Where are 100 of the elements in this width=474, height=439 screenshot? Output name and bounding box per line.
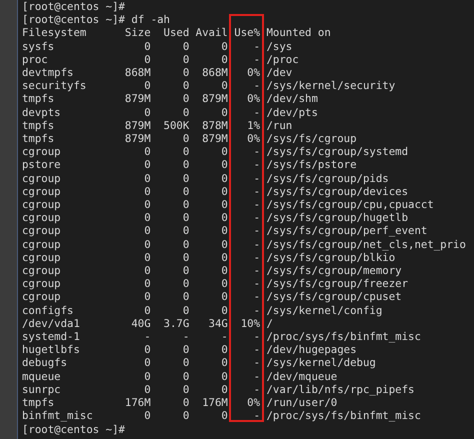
- table-cell: 0: [221, 106, 228, 119]
- table-cell: 0: [144, 304, 151, 317]
- table-cell-text: cgroup: [22, 238, 62, 251]
- table-cell-text: devtmpfs: [22, 66, 74, 80]
- table-cell: 0: [182, 52, 190, 66]
- table-cell: 0: [144, 264, 151, 278]
- table-cell-text: /run: [265, 118, 292, 132]
- table-cell: 0: [144, 158, 151, 172]
- table-cell: 0: [182, 304, 190, 317]
- table-cell: 0: [182, 106, 190, 119]
- table-cell: 0%: [247, 132, 260, 146]
- table-cell: -: [254, 343, 260, 356]
- table-cell-text: /sys/fs/cgroup/blkio: [265, 250, 396, 264]
- table-cell: 0: [182, 250, 190, 264]
- table-cell: -: [254, 277, 260, 290]
- table-cell-text: /sys/fs/cgroup/freezer: [265, 277, 408, 290]
- table-cell: -: [144, 330, 151, 344]
- table-cell: 879M: [202, 132, 228, 146]
- table-cell: 0: [182, 343, 190, 356]
- table-cell: 0: [144, 224, 151, 238]
- table-cell: 3.7G: [164, 316, 190, 330]
- table-cell: -: [254, 304, 260, 317]
- table-cell: 0: [221, 184, 228, 198]
- table-cell-text: cgroup: [22, 290, 62, 304]
- table-cell-text: cgroup: [22, 145, 62, 158]
- table-cell-text: proc: [22, 52, 49, 66]
- table-cell: 0: [144, 370, 151, 383]
- table-cell: 0: [182, 79, 190, 92]
- table-cell-text: tmpfs: [22, 396, 56, 410]
- table-cell: -: [182, 330, 190, 344]
- table-cell: -: [254, 40, 260, 53]
- table-cell: 0: [221, 238, 228, 251]
- table-cell-text: /sys/kernel/security: [265, 79, 396, 92]
- table-cell-text: /sys/fs/cgroup/devices: [265, 184, 408, 198]
- table-cell: 0%: [247, 66, 260, 80]
- table-cell-text: binfmt_misc: [22, 409, 94, 422]
- table-cell-text: /sys/fs/cgroup/perf_event: [265, 224, 428, 238]
- table-cell: -: [254, 370, 260, 383]
- table-cell-text: /sys/kernel/config: [265, 304, 382, 317]
- table-cell-text: /run/user/0: [265, 396, 338, 410]
- table-cell-text: /var/lib/nfs/rpc_pipefs: [265, 382, 414, 396]
- table-cell: 0: [182, 382, 190, 396]
- table-cell-text: /sys/kernel/debug: [265, 356, 376, 370]
- table-cell-text: /sys/fs/cgroup/pids: [265, 172, 389, 185]
- table-cell: -: [254, 184, 260, 198]
- table-cell: 0: [182, 158, 190, 172]
- table-cell-text: sysfs: [22, 40, 56, 53]
- table-cell: 0: [221, 198, 228, 212]
- table-cell-text: pstore: [22, 158, 62, 172]
- table-cell: 0: [144, 52, 151, 66]
- table-cell: 0: [182, 211, 190, 224]
- table-cell: 0: [221, 356, 228, 370]
- table-cell: 879M: [124, 92, 151, 106]
- table-cell-text: /proc/sys/fs/binfmt_misc: [265, 330, 421, 344]
- table-cell-text: /proc: [265, 52, 299, 66]
- table-cell: 1%: [247, 118, 260, 132]
- table-cell: 0: [182, 277, 190, 290]
- table-cell-text: /dev/mqueue: [265, 370, 338, 383]
- terminal-line: [root@centos ~]#: [22, 0, 126, 14]
- table-cell: 0: [182, 264, 190, 278]
- table-cell-text: mqueue: [22, 370, 62, 383]
- table-cell-text: cgroup: [22, 277, 62, 290]
- table-cell: 0: [144, 409, 151, 422]
- table-cell-text: debugfs: [22, 356, 68, 370]
- table-cell: 0: [221, 145, 228, 158]
- table-cell: 0: [144, 382, 151, 396]
- table-cell-text: /sys/fs/cgroup/net_cls,net_prio: [265, 238, 466, 251]
- table-cell: 879M: [124, 118, 151, 132]
- table-cell: 878M: [202, 118, 228, 132]
- table-cell: 0%: [247, 92, 260, 106]
- table-cell: -: [254, 264, 260, 278]
- table-cell: -: [254, 106, 260, 119]
- column-header: Size: [124, 26, 151, 40]
- table-cell: 0: [144, 40, 151, 53]
- table-cell-text: /sys/fs/cgroup/cpuset: [265, 290, 402, 304]
- table-cell: 0: [182, 238, 190, 251]
- table-cell: 0: [221, 172, 228, 185]
- table-cell-text: /dev/vda1: [22, 316, 81, 330]
- table-cell: 0: [221, 409, 228, 422]
- table-cell-text: securityfs: [22, 79, 88, 92]
- table-cell: 0: [182, 290, 190, 304]
- table-cell: 0: [144, 211, 151, 224]
- table-cell-text: cgroup: [22, 250, 62, 264]
- table-cell: 0%: [247, 396, 260, 410]
- table-cell: 0: [182, 184, 190, 198]
- table-cell: -: [254, 52, 260, 66]
- table-cell-text: /dev/hugepages: [265, 343, 357, 356]
- table-cell: -: [254, 79, 260, 92]
- table-cell: 868M: [202, 66, 228, 80]
- table-cell: -: [254, 330, 260, 344]
- table-cell: 0: [182, 172, 190, 185]
- table-cell-text: cgroup: [22, 264, 62, 278]
- table-cell: 500K: [164, 118, 190, 132]
- table-cell-text: cgroup: [22, 172, 62, 185]
- table-cell: -: [254, 224, 260, 238]
- table-cell: -: [254, 172, 260, 185]
- table-cell-text: tmpfs: [22, 92, 56, 106]
- table-cell-text: /dev/shm: [265, 92, 318, 106]
- table-cell: 0: [144, 145, 151, 158]
- table-cell-text: tmpfs: [22, 118, 56, 132]
